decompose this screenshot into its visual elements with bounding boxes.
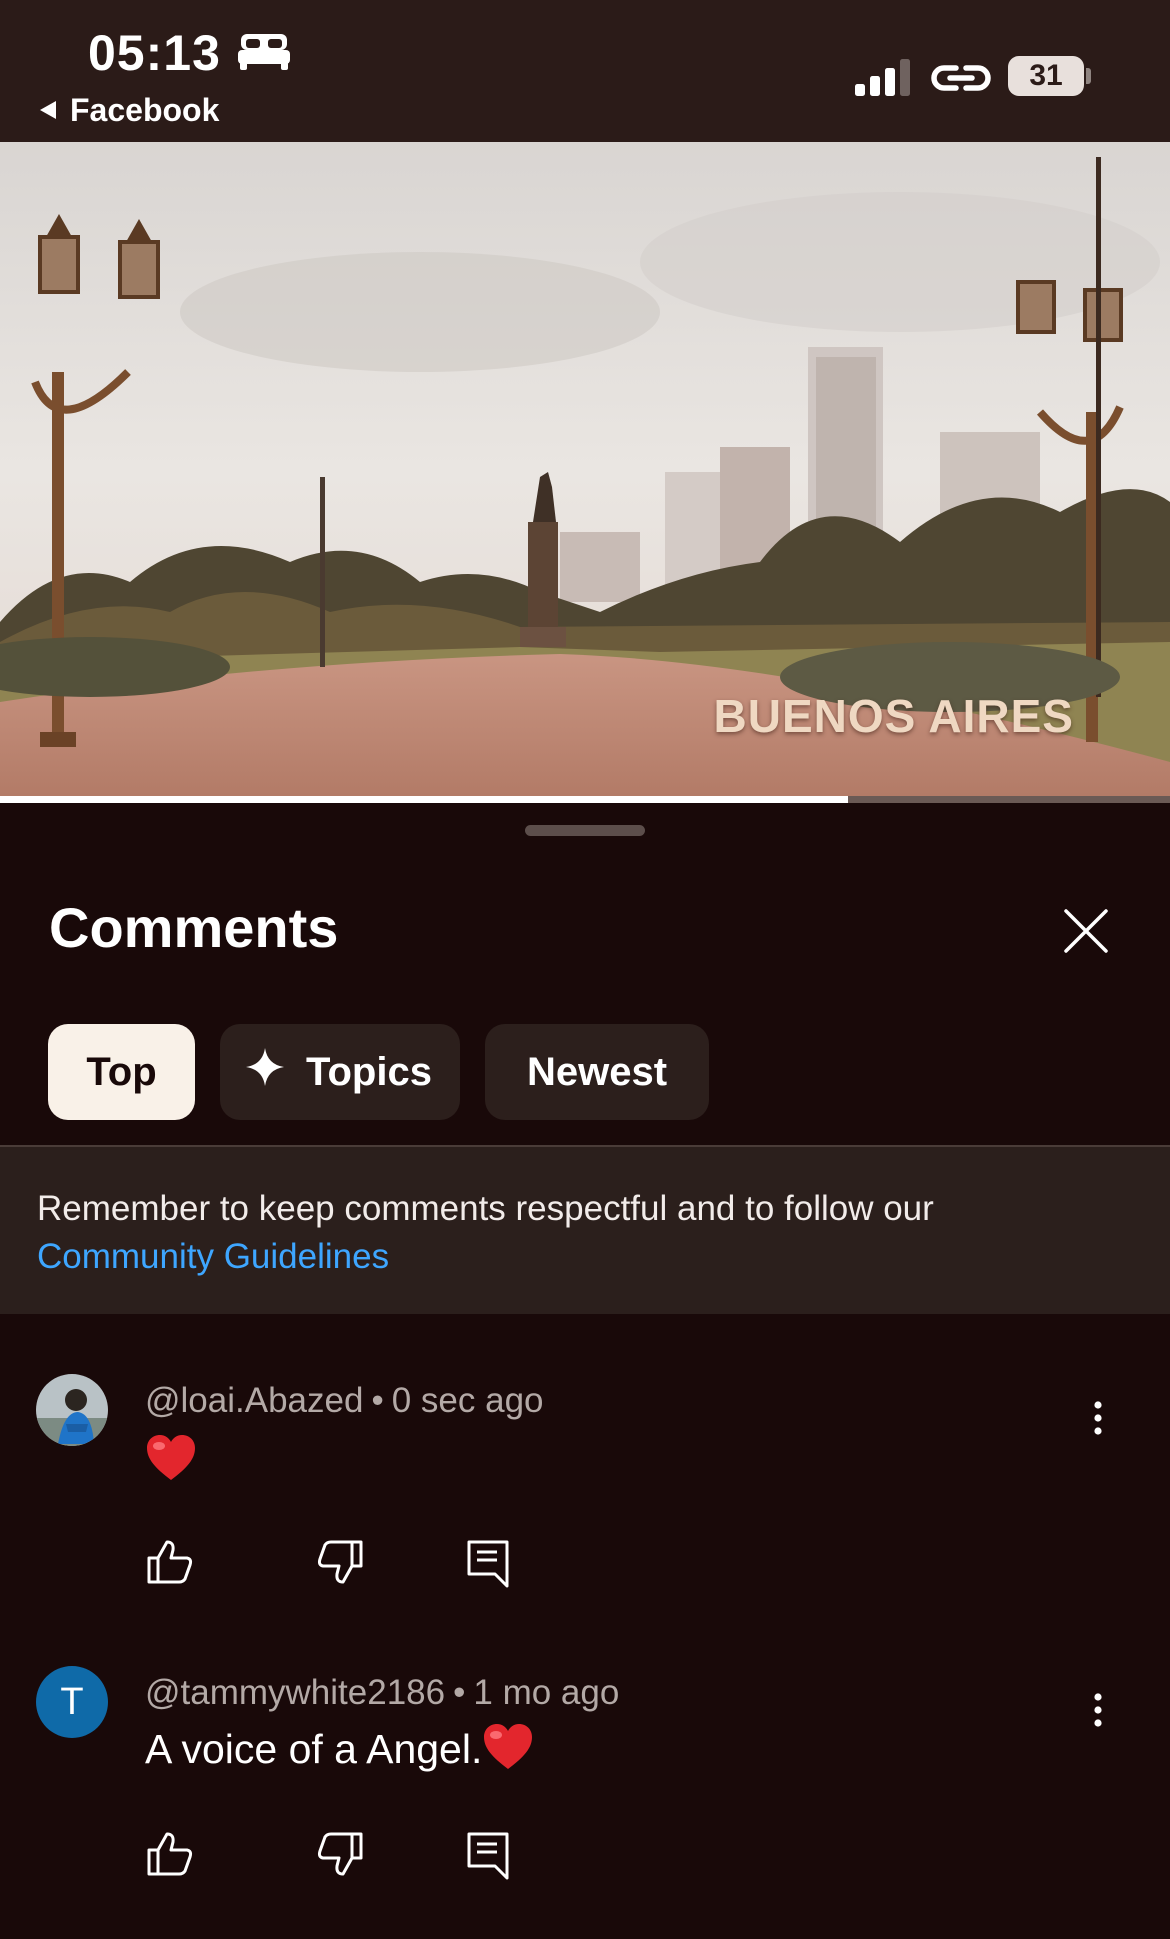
signal-icon (855, 58, 915, 101)
comment-item: @loai.Abazed • 0 sec ago (0, 1366, 1170, 1616)
comment-text-content: A voice of a Angel. (145, 1725, 483, 1772)
comment-meta: @loai.Abazed • 0 sec ago (145, 1381, 544, 1421)
reply-comment-icon (463, 1832, 515, 1884)
close-button[interactable] (1058, 903, 1114, 959)
heart-emoji-icon (145, 1434, 197, 1492)
thumbs-up-icon (145, 1832, 197, 1884)
back-app-label: Facebook (70, 92, 220, 128)
comment-time: 1 mo ago (473, 1673, 620, 1712)
notice-text-block: Remember to keep comments respectful and… (37, 1185, 934, 1281)
close-icon (1058, 909, 1114, 963)
like-button[interactable] (145, 1536, 197, 1588)
reply-button[interactable] (463, 1536, 515, 1588)
filter-chip-topics-label: Topics (306, 1049, 432, 1094)
comment-filter-chips: Top Topics Newest (48, 1024, 709, 1120)
comments-sheet: Comments Top Topics Newest Remember to k… (0, 803, 1170, 1939)
comment-author[interactable]: @tammywhite2186 (145, 1673, 445, 1712)
dislike-button[interactable] (313, 1828, 365, 1880)
reply-button[interactable] (463, 1828, 515, 1880)
notice-text: Remember to keep comments respectful and… (37, 1189, 934, 1228)
comment-actions (145, 1536, 545, 1588)
back-to-app-button[interactable]: Facebook (38, 92, 219, 129)
comment-time: 0 sec ago (391, 1381, 544, 1420)
battery-icon: 31 (1008, 56, 1084, 96)
avatar-letter: T (60, 1680, 84, 1723)
more-vertical-icon (1083, 1693, 1113, 1747)
filter-chip-top[interactable]: Top (48, 1024, 195, 1120)
community-notice: Remember to keep comments respectful and… (0, 1145, 1170, 1314)
video-caption: BUENOS AIRES (713, 690, 1074, 742)
comment-author[interactable]: @loai.Abazed (145, 1381, 363, 1420)
comment-text (145, 1434, 197, 1492)
back-triangle-icon (38, 92, 58, 129)
video-progress-fill (0, 796, 849, 803)
thumbs-up-icon (145, 1540, 197, 1592)
comment-more-button[interactable] (1083, 1683, 1113, 1743)
filter-chip-topics[interactable]: Topics (220, 1024, 460, 1120)
battery-tip (1086, 68, 1091, 84)
filter-chip-newest-label: Newest (526, 1049, 668, 1094)
filter-chip-newest[interactable]: Newest (485, 1024, 709, 1120)
thumbs-down-icon (313, 1540, 365, 1592)
status-bar: 05:13 Facebook 31 (0, 0, 1170, 142)
video-player[interactable]: BUENOS AIRES (0, 142, 1170, 801)
drag-handle[interactable] (525, 825, 645, 836)
comment-item: T @tammywhite2186 • 1 mo ago A voice of a … (0, 1658, 1170, 1918)
reply-comment-icon (463, 1540, 515, 1592)
comment-meta: @tammywhite2186 • 1 mo ago (145, 1673, 619, 1713)
heart-emoji-icon (482, 1723, 534, 1781)
status-time: 05:13 (88, 25, 221, 81)
more-vertical-icon (1083, 1401, 1113, 1455)
meta-separator: • (453, 1673, 466, 1712)
comment-actions (145, 1828, 545, 1880)
comments-title: Comments (49, 896, 339, 959)
video-progress-bar[interactable] (0, 796, 1170, 803)
like-button[interactable] (145, 1828, 197, 1880)
thumbs-down-icon (313, 1832, 365, 1884)
link-icon (930, 58, 992, 103)
sparkle-icon (244, 1046, 286, 1098)
meta-separator: • (371, 1381, 384, 1420)
avatar[interactable] (36, 1374, 108, 1446)
avatar[interactable]: T (36, 1666, 108, 1738)
filter-chip-top-label: Top (86, 1049, 157, 1094)
comment-more-button[interactable] (1083, 1391, 1113, 1451)
dislike-button[interactable] (313, 1536, 365, 1588)
comment-text: A voice of a Angel. (145, 1723, 534, 1781)
bed-icon (236, 32, 292, 77)
community-guidelines-link[interactable]: Community Guidelines (37, 1237, 389, 1276)
